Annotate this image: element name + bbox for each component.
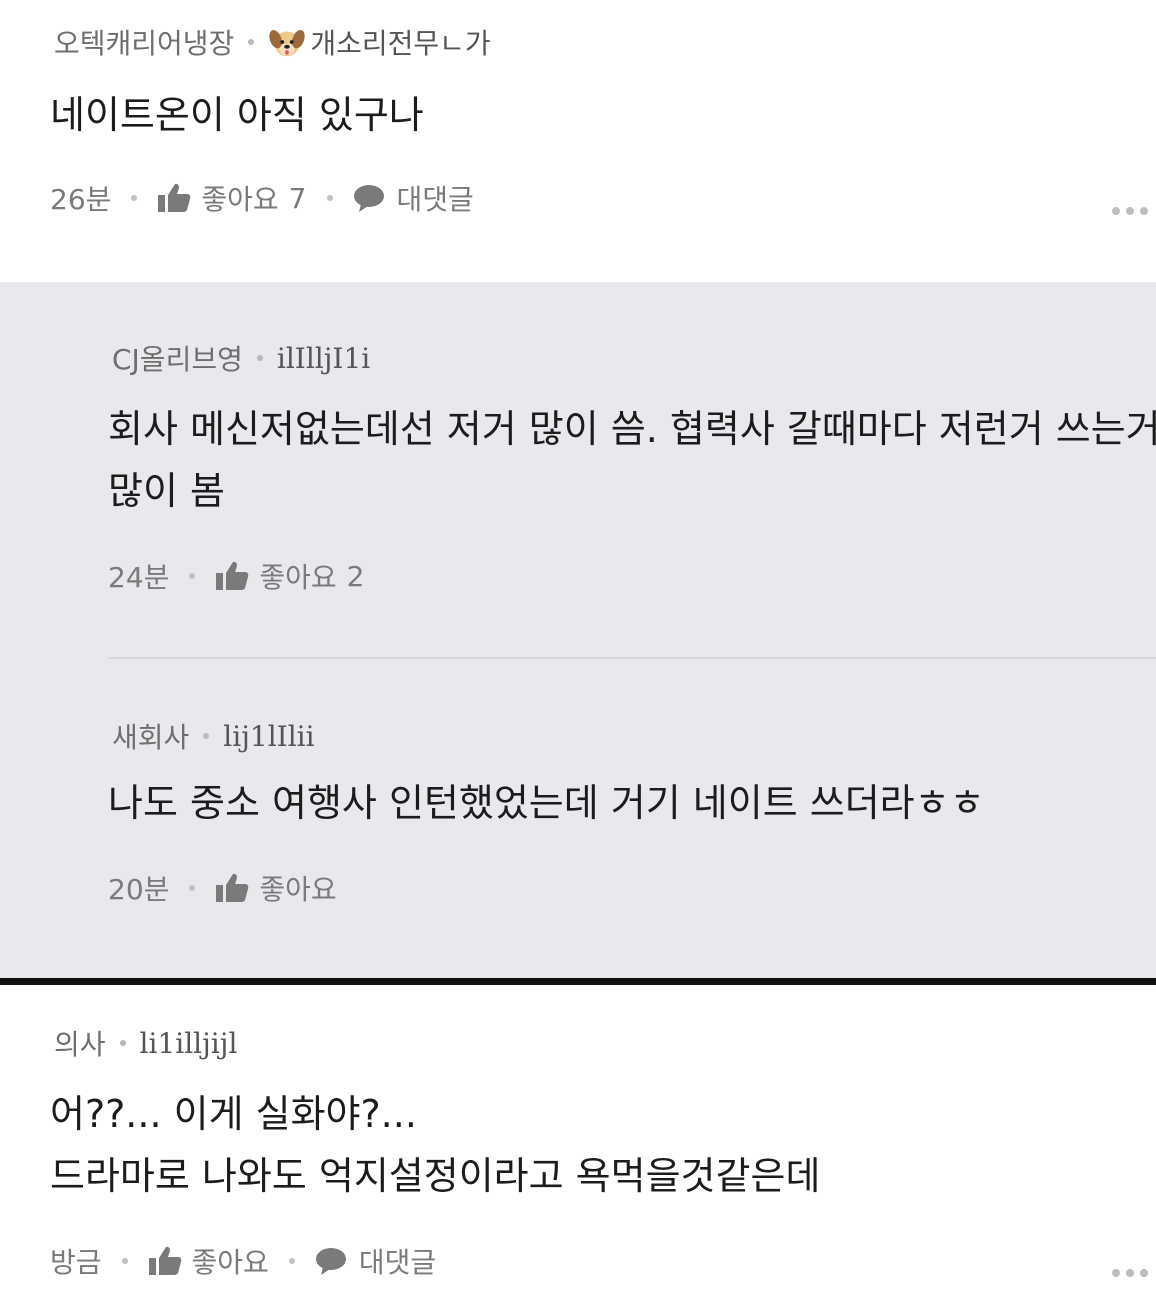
like-button[interactable]: 좋아요 <box>215 868 337 908</box>
speech-bubble-icon <box>315 1248 346 1275</box>
author-nickname[interactable]: li1illjijl <box>140 1027 238 1060</box>
like-button[interactable]: 좋아요 7 <box>157 178 307 218</box>
reply-1-text-line-2: 많이 봄 <box>108 469 225 513</box>
separator-dot <box>189 573 196 579</box>
reply-label: 대댓글 <box>358 1246 437 1279</box>
comment-time: 방금 <box>50 1246 102 1279</box>
thumbs-up-icon <box>148 1246 181 1275</box>
separator-dot <box>288 1258 295 1264</box>
author-nickname[interactable]: 개소리전무ㄴ가 <box>310 22 490 62</box>
more-options-button[interactable] <box>1112 1269 1148 1277</box>
more-options-button[interactable] <box>1112 207 1148 215</box>
more-dot <box>1112 207 1120 215</box>
thumbs-up-icon <box>158 183 191 212</box>
reply-2-text: 나도 중소 여행사 인턴했었는데 거기 네이트 쓰더라ㅎㅎ <box>108 781 985 825</box>
comment-meta: 의사 li1illjijl <box>54 1023 237 1063</box>
separator-dot <box>121 1258 128 1264</box>
comment-text-line-2: 드라마로 나와도 억지설정이라고 욕먹을것같은데 <box>50 1154 821 1198</box>
author-company: 새회사 <box>112 721 190 754</box>
separator-dot <box>256 355 263 361</box>
comment-time: 26분 <box>50 183 112 216</box>
author-nickname[interactable]: lij1lIlii <box>223 720 314 753</box>
like-button[interactable]: 좋아요 2 <box>215 556 365 596</box>
more-dot <box>1140 1269 1148 1277</box>
more-dot <box>1140 207 1148 215</box>
comment-text: 네이트온이 아직 있구나 <box>50 93 424 137</box>
like-button[interactable]: 좋아요 <box>148 1241 269 1281</box>
like-label: 좋아요 <box>259 561 337 594</box>
author-company: 오텍캐리어냉장 <box>54 27 235 60</box>
comment-meta: 오텍캐리어냉장 개소리전무ㄴ가 <box>54 22 491 62</box>
reply-button[interactable]: 대댓글 <box>315 1241 436 1281</box>
reply-divider <box>108 657 1156 659</box>
separator-dot <box>248 39 255 45</box>
like-count: 2 <box>346 559 365 593</box>
like-label: 좋아요 <box>259 873 337 906</box>
more-dot <box>1112 1269 1120 1277</box>
separator-dot <box>203 733 210 739</box>
comment-4: 의사 li1illjijl 어??... 이게 실화야?... 드라마로 나와도… <box>0 985 1156 1316</box>
more-dot <box>1126 207 1134 215</box>
author-company: CJ올리브영 <box>112 343 243 376</box>
comment-time: 24분 <box>108 561 170 594</box>
speech-bubble-icon <box>353 185 384 212</box>
separator-dot <box>131 195 138 201</box>
thumbs-up-icon <box>216 561 249 590</box>
dog-face-icon <box>269 30 305 57</box>
reply-1-meta: CJ올리브영 ilIlljI1i <box>112 338 370 378</box>
author-company: 의사 <box>54 1028 106 1061</box>
comment-time: 20분 <box>108 873 170 906</box>
comment-actions: 방금 좋아요 대댓글 <box>50 1241 436 1281</box>
reply-1-actions: 24분 좋아요 2 <box>108 556 365 596</box>
comment-text-line-1: 어??... 이게 실화야?... <box>50 1092 417 1136</box>
separator-dot <box>326 195 333 201</box>
reply-2-actions: 20분 좋아요 <box>108 868 337 908</box>
reply-2-meta: 새회사 lij1lIlii <box>112 716 315 756</box>
comment-actions: 26분 좋아요 7 대댓글 <box>50 178 474 218</box>
reply-button[interactable]: 대댓글 <box>353 178 474 218</box>
comment-1: 오텍캐리어냉장 개소리전무ㄴ가 네이트온이 아직 있구나 26분 좋아요 7 대… <box>0 0 1156 282</box>
section-divider <box>0 978 1156 985</box>
separator-dot <box>189 885 196 891</box>
thumbs-up-icon <box>216 873 249 902</box>
like-label: 좋아요 <box>201 183 279 216</box>
reply-1-text-line-1: 회사 메신저없는데선 저거 많이 씀. 협력사 갈때마다 저런거 쓰는거 <box>108 407 1156 451</box>
author-nickname[interactable]: ilIlljI1i <box>277 342 370 375</box>
like-label: 좋아요 <box>191 1246 269 1279</box>
reply-label: 대댓글 <box>396 183 474 216</box>
like-count: 7 <box>288 181 307 215</box>
separator-dot <box>119 1040 126 1046</box>
more-dot <box>1126 1269 1134 1277</box>
